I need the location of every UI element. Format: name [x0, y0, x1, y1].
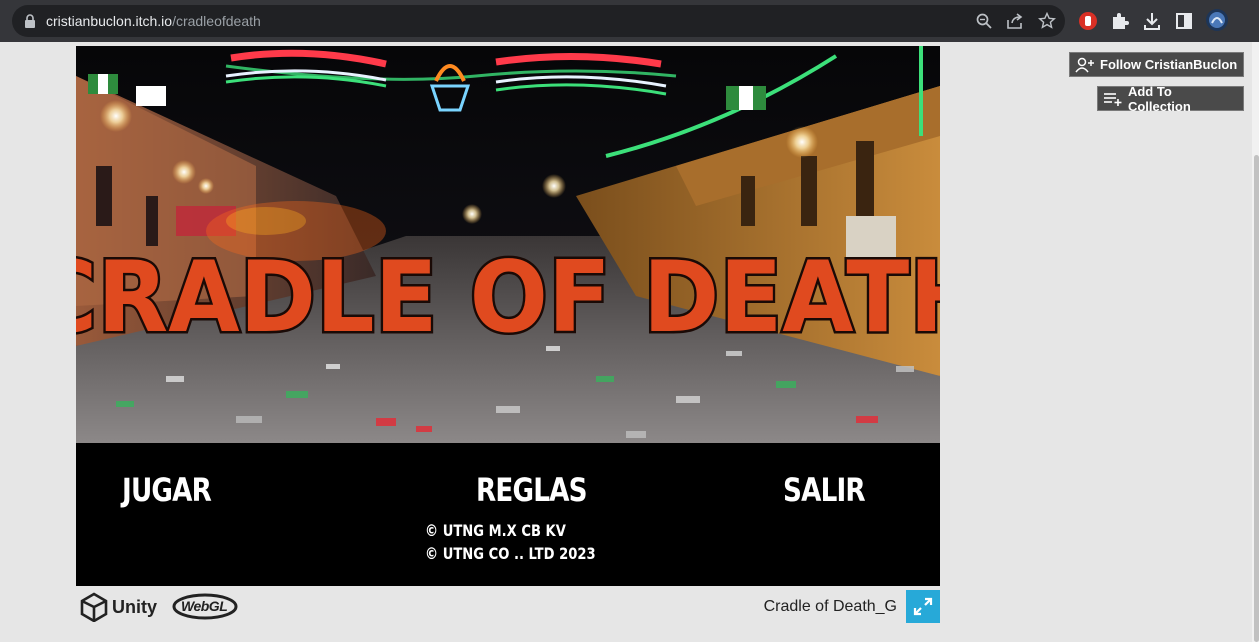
- playlist-add-icon: [1103, 92, 1122, 106]
- game-title-art: CRADLE OF DEATH: [76, 241, 940, 354]
- url-path: /cradleofdeath: [172, 13, 261, 29]
- game-canvas[interactable]: CRADLE OF DEATH JUGAR REGLAS SALIR © UTN…: [76, 46, 940, 586]
- url-text[interactable]: cristianbuclon.itch.io/cradleofdeath: [46, 13, 261, 29]
- bookmark-star-icon[interactable]: [1038, 12, 1056, 30]
- unity-label: Unity: [112, 596, 157, 617]
- credit-line-2: © UTNG CO .. LTD 2023: [425, 544, 596, 563]
- fullscreen-icon: [913, 597, 933, 616]
- profile-avatar[interactable]: [1206, 9, 1228, 31]
- browser-toolbar: cristianbuclon.itch.io/cradleofdeath: [0, 0, 1259, 42]
- follow-button[interactable]: Follow CristianBuclon: [1069, 52, 1244, 77]
- side-panel-icon[interactable]: [1174, 11, 1194, 31]
- exit-button[interactable]: SALIR: [783, 471, 866, 509]
- play-button[interactable]: JUGAR: [122, 471, 212, 509]
- extension-stop-icon[interactable]: [1078, 11, 1098, 31]
- unity-cube-icon: [80, 592, 108, 622]
- download-icon[interactable]: [1142, 11, 1162, 31]
- collection-label: Add To Collection: [1127, 83, 1191, 114]
- unity-logo: Unity: [80, 591, 157, 623]
- address-bar[interactable]: cristianbuclon.itch.io/cradleofdeath: [12, 5, 1065, 37]
- credit-line-1: © UTNG M.X CB KV: [425, 521, 566, 540]
- webgl-label: WebGL: [181, 598, 228, 614]
- title-screen-scene: CRADLE OF DEATH: [76, 46, 940, 443]
- game-title-label: Cradle of Death_G: [763, 598, 897, 615]
- zoom-icon[interactable]: [975, 12, 993, 30]
- share-icon[interactable]: [1006, 12, 1024, 30]
- follow-label: Follow CristianBuclon: [1100, 57, 1238, 72]
- page-scrollbar-thumb[interactable]: [1254, 155, 1259, 642]
- extensions-puzzle-icon[interactable]: [1110, 11, 1130, 31]
- rules-button[interactable]: REGLAS: [476, 471, 587, 509]
- game-main-menu: JUGAR REGLAS SALIR © UTNG M.X CB KV © UT…: [76, 443, 940, 586]
- url-host: cristianbuclon.itch.io: [46, 13, 173, 29]
- add-to-collection-button[interactable]: Add To Collection: [1097, 83, 1244, 114]
- webgl-logo: WebGL: [172, 593, 238, 620]
- fullscreen-button[interactable]: [906, 590, 940, 623]
- lock-icon[interactable]: [25, 14, 35, 28]
- add-user-icon: [1075, 57, 1094, 72]
